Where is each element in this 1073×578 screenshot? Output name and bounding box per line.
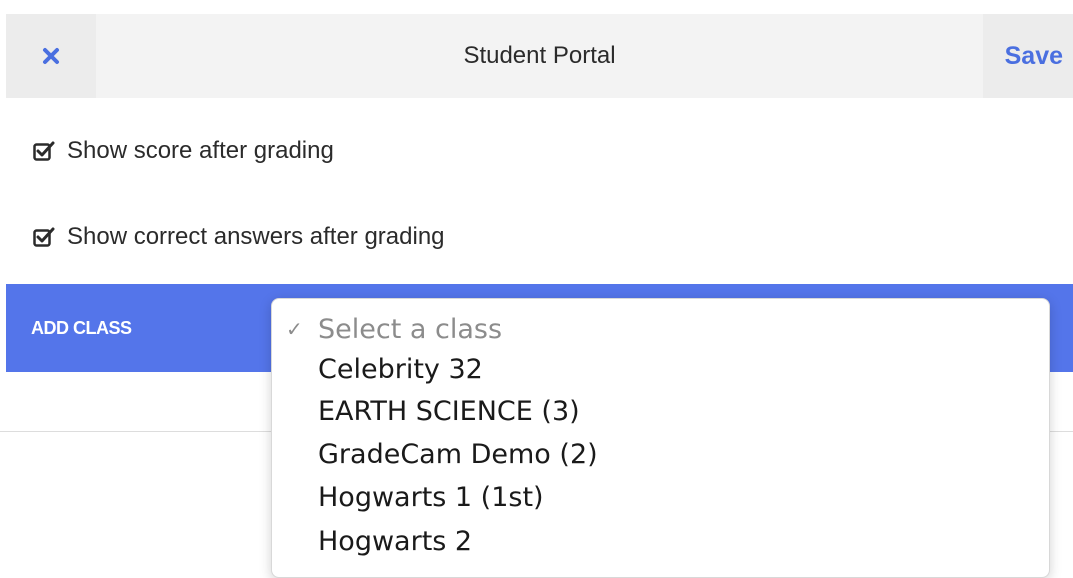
add-class-label: ADD CLASS xyxy=(31,318,132,338)
dropdown-option[interactable]: Hogwarts 1 (1st) xyxy=(318,478,544,518)
dropdown-option[interactable]: Celebrity 32 xyxy=(318,350,483,390)
dropdown-option[interactable]: Select a class xyxy=(318,310,502,350)
option-label: Show correct answers after grading xyxy=(67,223,445,250)
page-title: Student Portal xyxy=(463,42,616,69)
option-label: Show score after grading xyxy=(67,137,334,164)
checkmark-icon: ✓ xyxy=(286,319,303,341)
save-button[interactable]: Save xyxy=(983,14,1073,98)
show-score-option[interactable]: Show score after grading xyxy=(33,137,334,165)
dropdown-option[interactable]: GradeCam Demo (2) xyxy=(318,435,598,475)
dropdown-option[interactable]: Hogwarts 2 xyxy=(318,522,472,562)
show-correct-answers-option[interactable]: Show correct answers after grading xyxy=(33,223,445,251)
close-icon xyxy=(42,47,60,65)
class-select-dropdown[interactable]: ✓ Select a class Celebrity 32 EARTH SCIE… xyxy=(271,298,1050,578)
top-bar: Student Portal Save xyxy=(6,14,1073,98)
dropdown-option[interactable]: EARTH SCIENCE (3) xyxy=(318,392,580,432)
checkbox-checked-icon[interactable] xyxy=(33,227,67,247)
close-button[interactable] xyxy=(6,14,96,98)
checkbox-checked-icon[interactable] xyxy=(33,141,67,161)
